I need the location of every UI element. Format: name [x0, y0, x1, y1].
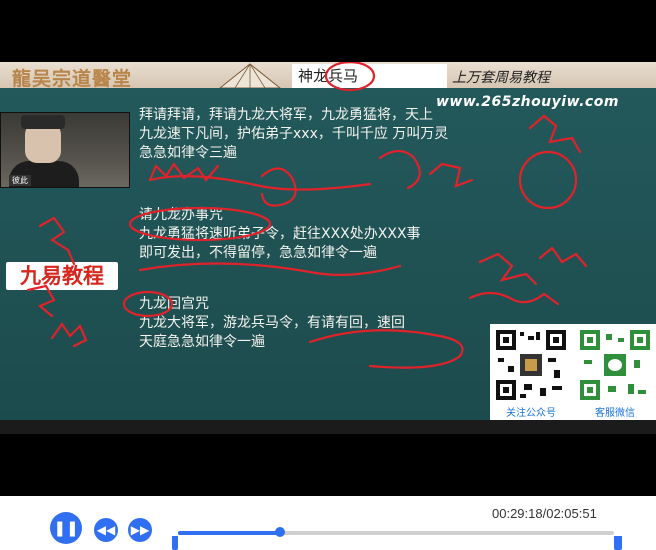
- progress-edge-left: [172, 536, 178, 550]
- video-frame[interactable]: 龍吴宗道醫堂 神龙兵马 上万套周易教程 www.265zhouyiw.com 彼…: [0, 62, 656, 420]
- text-line: 九龙回宫咒: [139, 296, 209, 312]
- progress-knob[interactable]: [275, 527, 286, 537]
- qr-label-official: 关注公众号: [506, 408, 556, 419]
- progress-bar[interactable]: [178, 527, 614, 537]
- progress-edge-right: [614, 536, 622, 550]
- text-line: 九龙大将军，游龙兵马令，有请有回，速回: [139, 315, 405, 331]
- presenter-hat: [21, 115, 65, 129]
- fast-forward-button[interactable]: ▶▶: [128, 518, 152, 542]
- text-line: 即可发出，不得留停，急急如律令一遍: [139, 245, 377, 261]
- slide-title: 神龙兵马: [292, 64, 447, 88]
- pause-button[interactable]: ❚❚: [50, 512, 82, 544]
- qr-label-wechat: 客服微信: [595, 408, 635, 419]
- progress-fill: [178, 531, 281, 535]
- text-line: 请九龙办事咒: [139, 207, 223, 223]
- brand-badge: 九易教程: [6, 262, 118, 290]
- text-line: 九龙勇猛将速听弟子令，赶往XXX处办XXX事: [139, 226, 421, 242]
- text-line: 拜请拜请，拜请九龙大将军，九龙勇猛将，天上: [139, 107, 433, 123]
- rewind-button[interactable]: ◀◀: [94, 518, 118, 542]
- text-line: 急急如律令三遍: [139, 145, 237, 161]
- qr-panel: 关注公众号 客服微信: [490, 324, 656, 420]
- video-bottom-bar: [0, 420, 656, 434]
- incantation-block-3: 九龙回宫咒 九龙大将军，游龙兵马令，有请有回，速回 天庭急急如律令一遍: [139, 295, 459, 352]
- hall-logo: 龍吴宗道醫堂: [12, 68, 133, 90]
- fan-decoration: [219, 63, 281, 88]
- wechat-qr-icon: [578, 328, 652, 402]
- text-line: 天庭急急如律令一遍: [139, 334, 265, 350]
- slide-header: 龍吴宗道醫堂 神龙兵马 上万套周易教程: [0, 62, 656, 90]
- player-controls: ❚❚ ◀◀ ▶▶ 00:29:18/02:05:51: [0, 496, 656, 550]
- presenter-webcam: 彼此: [0, 112, 130, 188]
- qr-code-icon: [494, 328, 568, 402]
- playback-time: 00:29:18/02:05:51: [492, 506, 597, 521]
- text-line: 九龙速下凡间，护佑弟子xxx，千叫千应 万叫万灵: [139, 126, 449, 142]
- slide-title-extra: 上万套周易教程: [452, 70, 550, 86]
- webcam-tag: 彼此: [9, 175, 31, 186]
- incantation-block-2: 请九龙办事咒 九龙勇猛将速听弟子令，赶往XXX处办XXX事 即可发出，不得留停，…: [139, 206, 459, 263]
- incantation-block-1: 拜请拜请，拜请九龙大将军，九龙勇猛将，天上 九龙速下凡间，护佑弟子xxx，千叫千…: [139, 106, 499, 163]
